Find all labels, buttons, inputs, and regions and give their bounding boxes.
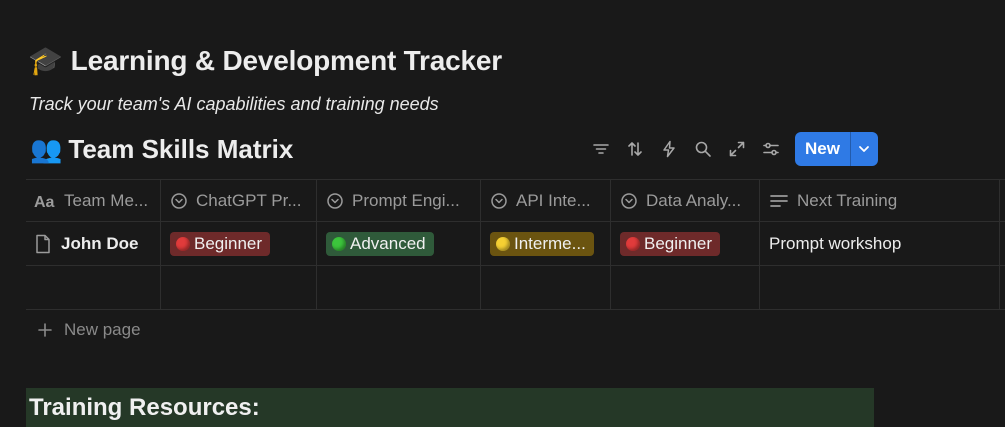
column-header-api-integration[interactable]: API Inte... bbox=[481, 180, 611, 221]
database-toolbar: New bbox=[584, 132, 878, 166]
badge-label: Advanced bbox=[350, 233, 426, 253]
search-icon[interactable] bbox=[686, 132, 720, 166]
column-label: Next Training bbox=[797, 190, 898, 210]
column-label: API Inte... bbox=[516, 190, 591, 210]
plus-icon bbox=[38, 323, 52, 337]
column-header-prompt-engineering[interactable]: Prompt Engi... bbox=[317, 180, 481, 221]
select-icon bbox=[327, 192, 343, 209]
new-page-label: New page bbox=[64, 320, 141, 339]
page-icon bbox=[36, 234, 50, 253]
page-subtitle: Track your team's AI capabilities and tr… bbox=[29, 94, 439, 114]
filter-icon[interactable] bbox=[584, 132, 618, 166]
training-resources-heading[interactable]: Training Resources: bbox=[26, 388, 874, 427]
table-row-empty[interactable] bbox=[26, 266, 1005, 310]
empty-cell[interactable] bbox=[611, 266, 760, 309]
title-aa-icon: Aa bbox=[34, 194, 55, 209]
next-training-cell[interactable]: Prompt workshop bbox=[760, 222, 1000, 265]
sort-icon[interactable] bbox=[618, 132, 652, 166]
yellow-circle-icon bbox=[496, 236, 510, 251]
column-header-data-analysis[interactable]: Data Analy... bbox=[611, 180, 760, 221]
table-row[interactable]: John Doe Beginner Advanced Interme... Be… bbox=[26, 222, 1005, 266]
column-header-team-member[interactable]: Aa Team Me... bbox=[26, 180, 161, 221]
empty-cell[interactable] bbox=[317, 266, 481, 309]
page-title-text: Learning & Development Tracker bbox=[70, 44, 502, 76]
team-member-cell[interactable]: John Doe bbox=[26, 222, 161, 265]
chatgpt-cell[interactable]: Beginner bbox=[161, 222, 317, 265]
select-icon bbox=[621, 192, 637, 209]
svg-text:Aa: Aa bbox=[34, 194, 55, 209]
select-icon bbox=[171, 192, 187, 209]
empty-cell[interactable] bbox=[481, 266, 611, 309]
automation-lightning-icon[interactable] bbox=[652, 132, 686, 166]
column-label: Prompt Engi... bbox=[352, 190, 460, 210]
column-label: Data Analy... bbox=[646, 190, 742, 210]
api-integration-cell[interactable]: Interme... bbox=[481, 222, 611, 265]
red-circle-icon bbox=[626, 236, 640, 251]
skills-table: Aa Team Me... ChatGPT Pr... Prompt Engi.… bbox=[26, 179, 1005, 310]
expand-icon[interactable] bbox=[720, 132, 754, 166]
prompt-engineering-cell[interactable]: Advanced bbox=[317, 222, 481, 265]
people-icon: 👥 bbox=[30, 134, 63, 165]
badge-label: Interme... bbox=[514, 233, 586, 253]
new-button-group: New bbox=[795, 132, 878, 166]
badge-label: Beginner bbox=[194, 233, 263, 253]
badge-label: Beginner bbox=[644, 233, 713, 253]
data-analysis-cell[interactable]: Beginner bbox=[611, 222, 760, 265]
empty-cell[interactable] bbox=[161, 266, 317, 309]
table-header: Aa Team Me... ChatGPT Pr... Prompt Engi.… bbox=[26, 179, 1005, 222]
column-header-next-training[interactable]: Next Training bbox=[760, 180, 1000, 221]
empty-cell[interactable] bbox=[760, 266, 1000, 309]
new-button[interactable]: New bbox=[795, 132, 851, 166]
status-badge: Beginner bbox=[620, 231, 721, 256]
status-badge: Beginner bbox=[170, 231, 271, 256]
database-title-text[interactable]: Team Skills Matrix bbox=[68, 134, 293, 165]
select-icon bbox=[491, 192, 507, 209]
chevron-down-icon[interactable] bbox=[851, 132, 878, 166]
page-title: 🎓 Learning & Development Tracker bbox=[28, 44, 502, 77]
green-circle-icon bbox=[332, 236, 346, 251]
column-header-chatgpt[interactable]: ChatGPT Pr... bbox=[161, 180, 317, 221]
graduation-cap-icon: 🎓 bbox=[28, 44, 63, 77]
text-lines-icon bbox=[770, 194, 788, 207]
empty-cell[interactable] bbox=[26, 266, 161, 309]
database-title[interactable]: 👥 Team Skills Matrix bbox=[30, 134, 293, 165]
column-label: Team Me... bbox=[64, 190, 149, 210]
red-circle-icon bbox=[176, 236, 190, 251]
column-label: ChatGPT Pr... bbox=[196, 190, 302, 210]
status-badge: Advanced bbox=[326, 231, 434, 256]
settings-sliders-icon[interactable] bbox=[754, 132, 788, 166]
heading-text: Training Resources: bbox=[29, 393, 260, 421]
new-page-button[interactable]: New page bbox=[38, 320, 141, 340]
team-member-name: John Doe bbox=[61, 233, 139, 253]
status-badge: Interme... bbox=[490, 231, 594, 256]
